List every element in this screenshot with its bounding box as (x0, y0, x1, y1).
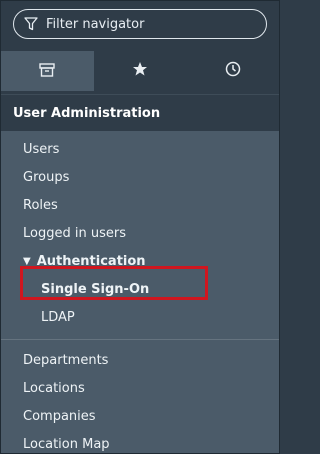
nav-item-label: Single Sign-On (41, 281, 150, 297)
archive-icon (39, 62, 56, 81)
nav-items: Users Groups Roles Logged in users ▼ Aut… (1, 131, 279, 453)
nav-item-label: Groups (23, 169, 70, 185)
nav-item-label: Companies (23, 408, 96, 424)
filter-funnel-icon (24, 16, 40, 32)
tab-favorites[interactable] (94, 51, 187, 91)
nav-item-label: LDAP (41, 309, 75, 325)
nav-item-label: Logged in users (23, 225, 126, 241)
section-user-administration[interactable]: User Administration (1, 94, 279, 131)
star-icon (132, 61, 148, 81)
nav-item-label: Location Map (23, 436, 110, 452)
nav-item-location-map[interactable]: Location Map (1, 430, 279, 453)
navigator-tabs (1, 51, 279, 91)
tab-history[interactable] (186, 51, 279, 91)
expanded-triangle-icon: ▼ (23, 255, 31, 267)
nav-item-single-sign-on[interactable]: Single Sign-On (1, 275, 279, 303)
nav-item-roles[interactable]: Roles (1, 191, 279, 219)
nav-item-label: Locations (23, 380, 85, 396)
filter-bar (1, 1, 279, 51)
nav-group-label: Authentication (36, 253, 146, 269)
nav-item-groups[interactable]: Groups (1, 163, 279, 191)
clock-icon (225, 61, 241, 81)
navigator-panel: User Administration Users Groups Roles L… (0, 0, 280, 454)
nav-group-authentication[interactable]: ▼ Authentication (1, 247, 279, 275)
nav-divider (1, 339, 279, 340)
nav-item-departments[interactable]: Departments (1, 346, 279, 374)
nav-item-logged-in-users[interactable]: Logged in users (1, 219, 279, 247)
nav-item-label: Roles (23, 197, 58, 213)
filter-input[interactable] (44, 15, 248, 33)
nav-item-companies[interactable]: Companies (1, 402, 279, 430)
nav-item-users[interactable]: Users (1, 135, 279, 163)
nav-item-ldap[interactable]: LDAP (1, 303, 279, 331)
section-title: User Administration (13, 105, 161, 121)
tab-all-applications[interactable] (1, 51, 94, 91)
nav-item-label: Users (23, 141, 60, 157)
filter-field[interactable] (13, 9, 267, 39)
nav-item-locations[interactable]: Locations (1, 374, 279, 402)
nav-item-label: Departments (23, 352, 109, 368)
